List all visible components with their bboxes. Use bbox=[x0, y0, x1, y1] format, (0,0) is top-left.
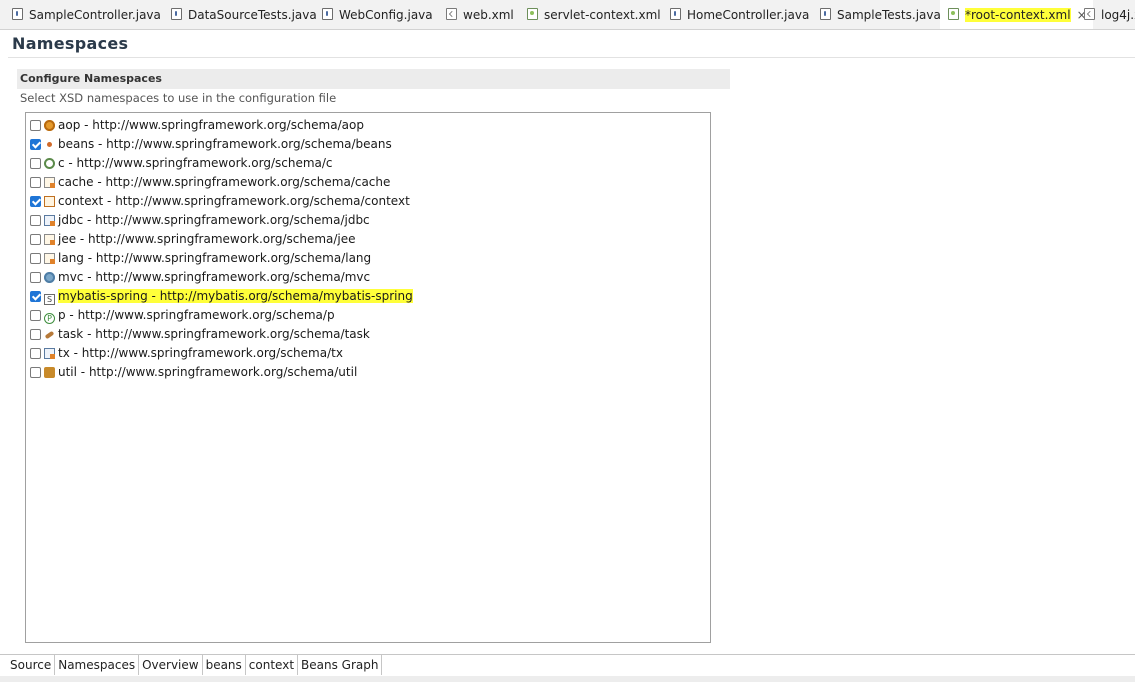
jee-icon bbox=[44, 234, 55, 245]
p-icon: P bbox=[44, 313, 55, 324]
namespace-label: tx - http://www.springframework.org/sche… bbox=[58, 346, 343, 360]
namespace-item-util[interactable]: util - http://www.springframework.org/sc… bbox=[30, 363, 357, 382]
namespace-label: aop - http://www.springframework.org/sch… bbox=[58, 118, 364, 132]
tab-label: SampleTests.java bbox=[837, 8, 941, 22]
xml-file-icon bbox=[1084, 8, 1095, 20]
tab-label: log4j.xml bbox=[1101, 8, 1135, 22]
lang-icon bbox=[44, 253, 55, 264]
java-file-icon bbox=[670, 8, 681, 20]
namespace-item-aop[interactable]: aop - http://www.springframework.org/sch… bbox=[30, 116, 364, 135]
jdbc-icon bbox=[44, 215, 55, 226]
title-divider bbox=[8, 57, 1135, 58]
tab-label: SampleController.java bbox=[29, 8, 161, 22]
tab-label: HomeController.java bbox=[687, 8, 810, 22]
checkbox[interactable] bbox=[30, 196, 41, 207]
tab-sampletests-java[interactable]: SampleTests.java bbox=[820, 0, 941, 29]
checkbox[interactable] bbox=[30, 234, 41, 245]
checkbox[interactable] bbox=[30, 367, 41, 378]
namespace-item-jee[interactable]: jee - http://www.springframework.org/sch… bbox=[30, 230, 356, 249]
cache-icon bbox=[44, 177, 55, 188]
namespace-item-beans[interactable]: beans - http://www.springframework.org/s… bbox=[30, 135, 392, 154]
namespace-label: jee - http://www.springframework.org/sch… bbox=[58, 232, 356, 246]
namespace-item-jdbc[interactable]: jdbc - http://www.springframework.org/sc… bbox=[30, 211, 370, 230]
tab-overview[interactable]: Overview bbox=[139, 655, 203, 675]
tab-label: servlet-context.xml bbox=[544, 8, 661, 22]
namespace-label: cache - http://www.springframework.org/s… bbox=[58, 175, 391, 189]
tab-log4j-xml[interactable]: log4j.xml bbox=[1084, 0, 1135, 29]
page-title: Namespaces bbox=[12, 34, 129, 53]
tab-label: WebConfig.java bbox=[339, 8, 433, 22]
section-header: Configure Namespaces bbox=[17, 69, 730, 89]
namespace-label: beans - http://www.springframework.org/s… bbox=[58, 137, 392, 151]
tab-context[interactable]: context bbox=[246, 655, 299, 675]
status-strip bbox=[0, 676, 1135, 682]
namespace-label: util - http://www.springframework.org/sc… bbox=[58, 365, 358, 379]
spring-xml-file-icon bbox=[948, 8, 959, 20]
checkbox[interactable] bbox=[30, 348, 41, 359]
section-description: Select XSD namespaces to use in the conf… bbox=[20, 91, 337, 105]
checkbox[interactable] bbox=[30, 253, 41, 264]
xml-file-icon bbox=[446, 8, 457, 20]
task-icon bbox=[44, 329, 55, 340]
c-icon bbox=[44, 158, 55, 169]
tab-datasourcetests-java[interactable]: DataSourceTests.java bbox=[171, 0, 317, 29]
tab-servlet-context-xml[interactable]: servlet-context.xml bbox=[527, 0, 661, 29]
tab-label: *root-context.xml bbox=[965, 8, 1071, 22]
tab-label: DataSourceTests.java bbox=[188, 8, 317, 22]
java-file-icon bbox=[322, 8, 333, 20]
tab-label: web.xml bbox=[463, 8, 514, 22]
checkbox[interactable] bbox=[30, 329, 41, 340]
checkbox[interactable] bbox=[30, 177, 41, 188]
tab-source[interactable]: Source bbox=[0, 655, 56, 675]
tab-beans-graph[interactable]: Beans Graph bbox=[298, 655, 383, 675]
java-file-icon bbox=[171, 8, 182, 20]
namespace-label: jdbc - http://www.springframework.org/sc… bbox=[58, 213, 370, 227]
namespace-label: mvc - http://www.springframework.org/sch… bbox=[58, 270, 371, 284]
java-file-icon bbox=[12, 8, 23, 20]
namespace-label: context - http://www.springframework.org… bbox=[58, 194, 410, 208]
namespace-item-context[interactable]: context - http://www.springframework.org… bbox=[30, 192, 410, 211]
java-file-icon bbox=[820, 8, 831, 20]
namespace-item-cache[interactable]: cache - http://www.springframework.org/s… bbox=[30, 173, 390, 192]
tab-web-xml[interactable]: web.xml bbox=[446, 0, 514, 29]
context-icon bbox=[44, 196, 55, 207]
checkbox[interactable] bbox=[30, 272, 41, 283]
namespace-label: lang - http://www.springframework.org/sc… bbox=[58, 251, 372, 265]
namespace-item-mvc[interactable]: mvc - http://www.springframework.org/sch… bbox=[30, 268, 370, 287]
namespace-label: task - http://www.springframework.org/sc… bbox=[58, 327, 370, 341]
checkbox[interactable] bbox=[30, 291, 41, 302]
tab-samplecontroller-java[interactable]: SampleController.java bbox=[12, 0, 161, 29]
namespace-item-lang[interactable]: lang - http://www.springframework.org/sc… bbox=[30, 249, 371, 268]
spring-xml-file-icon bbox=[527, 8, 538, 20]
namespace-label: mybatis-spring - http://mybatis.org/sche… bbox=[58, 289, 413, 303]
beans-icon bbox=[44, 139, 55, 150]
tx-icon bbox=[44, 348, 55, 359]
checkbox[interactable] bbox=[30, 310, 41, 321]
namespace-item-mybatis-spring[interactable]: Smybatis-spring - http://mybatis.org/sch… bbox=[30, 287, 413, 306]
checkbox[interactable] bbox=[30, 120, 41, 131]
util-icon bbox=[44, 367, 55, 378]
namespace-label: c - http://www.springframework.org/schem… bbox=[58, 156, 333, 170]
tab-namespaces[interactable]: Namespaces bbox=[55, 655, 140, 675]
namespace-label: p - http://www.springframework.org/schem… bbox=[58, 308, 335, 322]
namespace-item-task[interactable]: task - http://www.springframework.org/sc… bbox=[30, 325, 370, 344]
mybatis-icon: S bbox=[44, 294, 55, 305]
tab-root-context-xml[interactable]: *root-context.xml × bbox=[940, 0, 1093, 29]
tab-beans[interactable]: beans bbox=[203, 655, 246, 675]
mvc-icon bbox=[44, 272, 55, 283]
checkbox[interactable] bbox=[30, 215, 41, 226]
checkbox[interactable] bbox=[30, 158, 41, 169]
namespace-item-c[interactable]: c - http://www.springframework.org/schem… bbox=[30, 154, 333, 173]
namespace-item-p[interactable]: Pp - http://www.springframework.org/sche… bbox=[30, 306, 335, 325]
tab-webconfig-java[interactable]: WebConfig.java bbox=[322, 0, 433, 29]
editor-tab-bar: SampleController.java DataSourceTests.ja… bbox=[0, 0, 1135, 30]
namespace-item-tx[interactable]: tx - http://www.springframework.org/sche… bbox=[30, 344, 343, 363]
checkbox[interactable] bbox=[30, 139, 41, 150]
tab-homecontroller-java[interactable]: HomeController.java bbox=[670, 0, 809, 29]
aop-icon bbox=[44, 120, 55, 131]
editor-page-tabs: Source Namespaces Overview beans context Bean… bbox=[0, 655, 383, 677]
namespace-list[interactable]: aop - http://www.springframework.org/sch… bbox=[25, 112, 711, 643]
